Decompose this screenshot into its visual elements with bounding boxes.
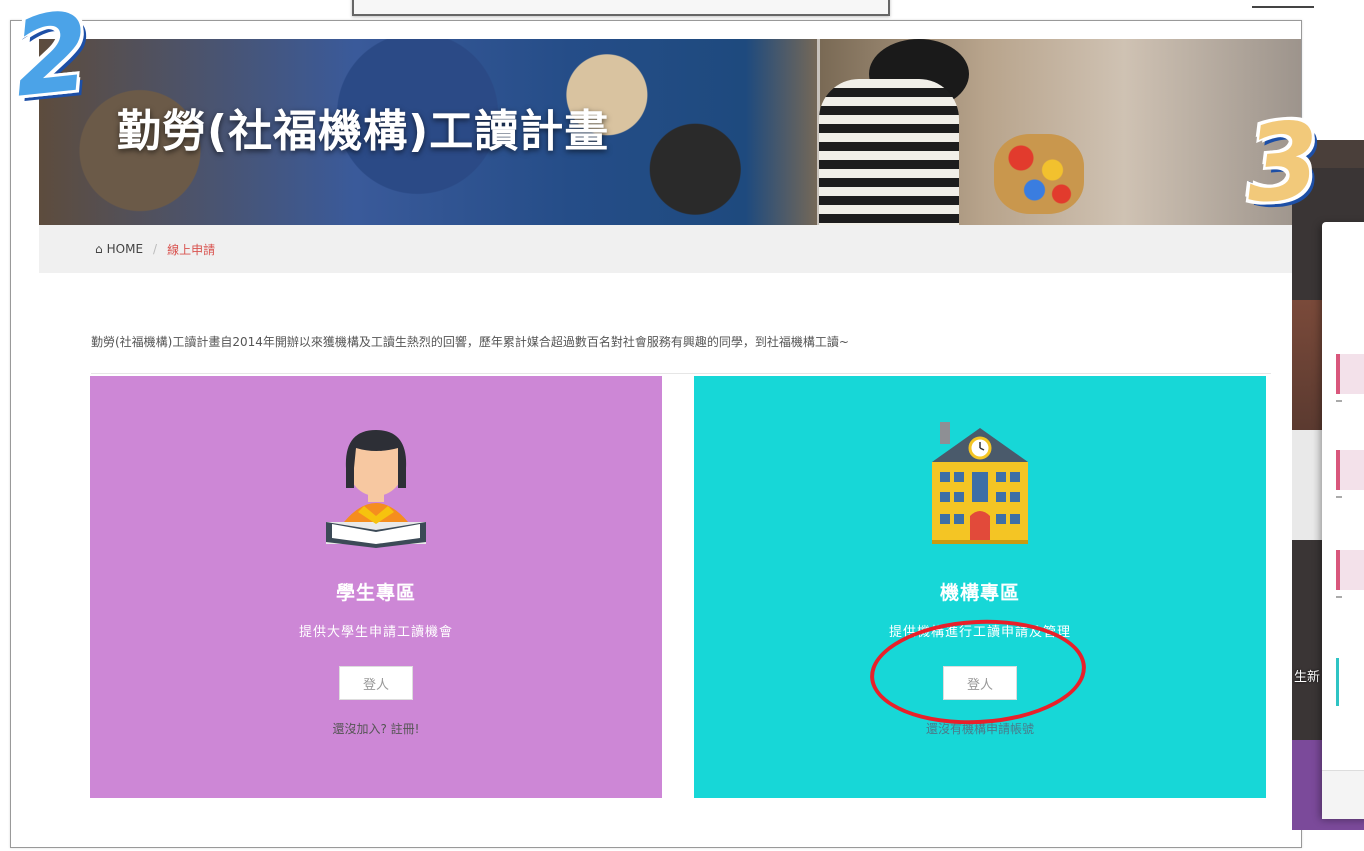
school-building-icon <box>932 422 1028 544</box>
hero-banner: 勤勞(社福機構)工讀計畫 <box>39 39 1301 225</box>
student-login-button[interactable]: 登人 <box>339 666 413 700</box>
breadcrumb-separator: / <box>153 242 158 256</box>
step-2-badge: 2 <box>6 0 97 123</box>
step-3-badge: 3 <box>1240 97 1325 228</box>
page-title: 勤勞(社福機構)工讀計畫 <box>117 106 610 157</box>
modal-input-captcha[interactable] <box>1336 550 1364 590</box>
student-reading-icon <box>326 430 426 548</box>
modal-input-password[interactable] <box>1336 450 1364 490</box>
banner-photo-striped-shirt <box>819 79 959 225</box>
breadcrumb-current: 線上申請 <box>167 242 216 257</box>
banner-photo-bead-toy <box>994 134 1084 214</box>
org-card: 機構專區 提供機構進行工讀申請及管理 登人 還沒有機構申請帳號 <box>694 376 1266 798</box>
modal-submit-button[interactable] <box>1336 658 1364 706</box>
modal-hint <box>1336 596 1342 598</box>
org-login-button[interactable]: 登人 <box>943 666 1017 700</box>
breadcrumb-home-label: HOME <box>106 242 144 256</box>
modal-footer <box>1322 770 1364 819</box>
breadcrumb-home[interactable]: ⌂ HOME <box>95 242 143 256</box>
modal-hint <box>1336 496 1342 498</box>
student-register-link[interactable]: 還沒加入? 註冊! <box>333 720 420 737</box>
top-bar <box>0 0 1364 18</box>
home-icon: ⌂ <box>95 242 103 256</box>
org-register-link[interactable]: 還沒有機構申請帳號 <box>926 720 1034 737</box>
login-modal-partial <box>1322 222 1364 819</box>
org-card-description: 提供機構進行工讀申請及管理 <box>888 625 1071 640</box>
top-right-rule <box>1252 6 1314 8</box>
student-card: 學生專區 提供大學生申請工讀機會 登人 還沒加入? 註冊! <box>90 376 662 798</box>
org-card-title: 機構專區 <box>939 582 1020 604</box>
intro-text: 勤勞(社福機構)工讀計畫自2014年開辦以來獲機構及工讀生熱烈的回響，歷年累計媒… <box>91 335 849 349</box>
intro-divider <box>91 373 1271 374</box>
modal-input-username[interactable] <box>1336 354 1364 394</box>
address-box <box>352 0 890 16</box>
breadcrumb: ⌂ HOME / 線上申請 <box>39 225 1301 273</box>
modal-hint <box>1336 400 1342 402</box>
side-partial-text: 生新 <box>1294 670 1321 685</box>
student-card-description: 提供大學生申請工讀機會 <box>298 625 453 640</box>
student-card-title: 學生專區 <box>335 582 416 604</box>
